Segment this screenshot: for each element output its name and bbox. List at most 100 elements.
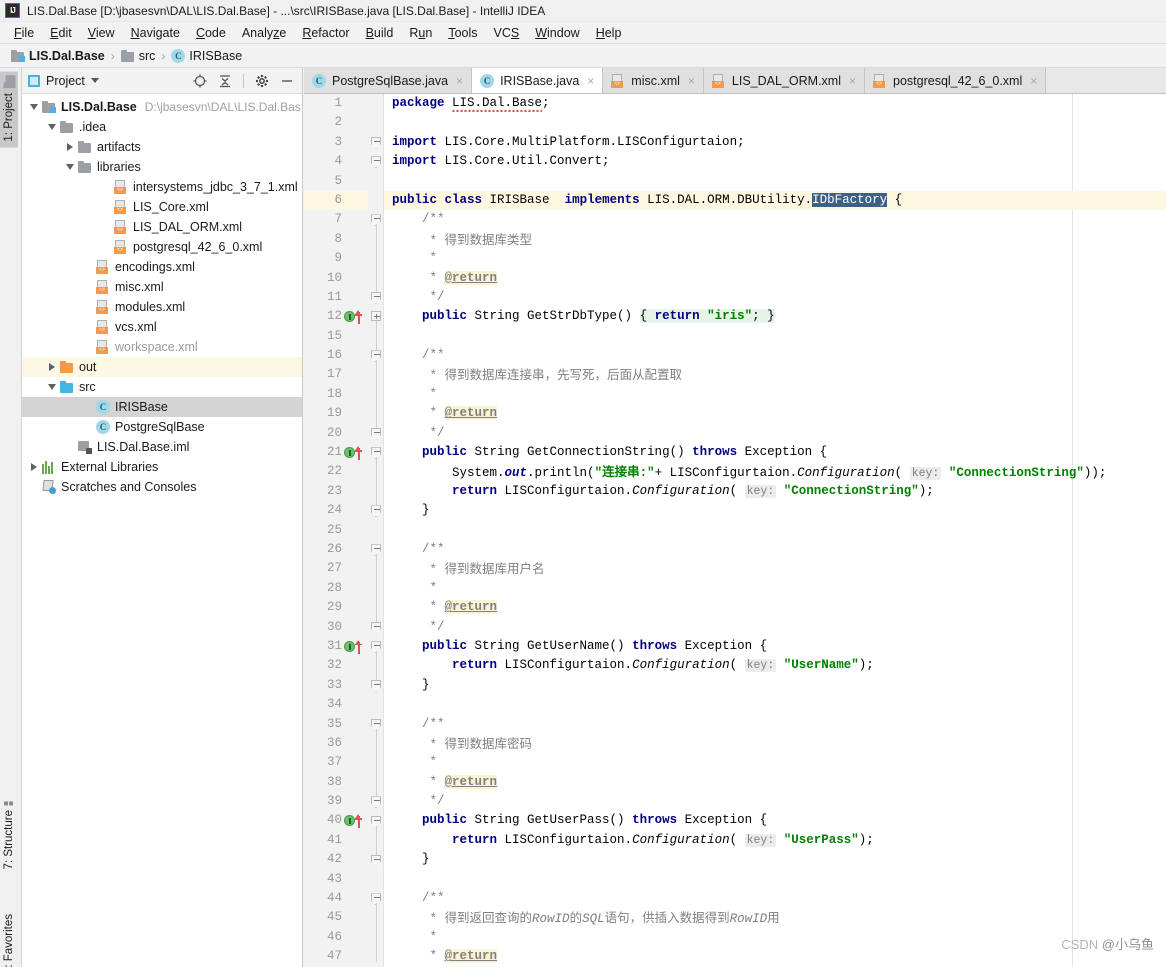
chevron-down-icon[interactable] [28, 101, 40, 113]
editor-tab-irisbase-java[interactable]: C IRISBase.java × [472, 68, 604, 93]
fold-marker-method-end[interactable] [371, 854, 381, 867]
menu-item-window[interactable]: Window [527, 24, 587, 42]
menu-item-edit[interactable]: Edit [42, 24, 80, 42]
tree-node-encodings-xml[interactable]: <> encodings.xml [22, 257, 302, 277]
code-line[interactable]: */ [384, 792, 1166, 811]
gear-icon[interactable] [255, 74, 269, 88]
implementation-marker-icon[interactable] [344, 446, 364, 461]
code-line[interactable]: public String GetUserPass() throws Excep… [384, 811, 1166, 830]
code-line[interactable]: return LISConfigurtaion.Configuration( k… [384, 656, 1166, 675]
code-line[interactable]: * @return [384, 598, 1166, 617]
code-line[interactable]: /** [384, 210, 1166, 229]
tree-node-intersystems-jdbc-3-7-1-xml[interactable]: <> intersystems_jdbc_3_7_1.xml [22, 177, 302, 197]
project-tree[interactable]: LIS.Dal.Base D:\jbasesvn\DAL\LIS.Dal.Bas.… [22, 94, 302, 967]
tree-node-postgresql-42-6-0-xml[interactable]: <> postgresql_42_6_0.xml [22, 237, 302, 257]
fold-marker-imports[interactable] [371, 136, 381, 149]
code-text-area[interactable]: package LIS.Dal.Base; import LIS.Core.Mu… [384, 94, 1166, 967]
fold-marker-javadoc-end[interactable] [371, 292, 381, 304]
code-line[interactable] [384, 327, 1166, 346]
code-line[interactable] [384, 172, 1166, 191]
close-icon[interactable]: × [849, 74, 856, 88]
code-line[interactable] [384, 870, 1166, 889]
code-line[interactable]: * [384, 249, 1166, 268]
code-line[interactable]: public class IRISBase implements LIS.DAL… [384, 190, 1166, 211]
tree-node--idea[interactable]: .idea [22, 117, 302, 137]
code-line[interactable]: import LIS.Core.MultiPlatform.LISConfigu… [384, 133, 1166, 152]
menu-item-run[interactable]: Run [401, 24, 440, 42]
implementation-marker-icon[interactable] [344, 310, 364, 325]
tree-node-lis-dal-orm-xml[interactable]: <> LIS_DAL_ORM.xml [22, 217, 302, 237]
tree-node-misc-xml[interactable]: <> misc.xml [22, 277, 302, 297]
code-line[interactable]: public String GetConnectionString() thro… [384, 443, 1166, 462]
editor-tab-misc-xml[interactable]: <> misc.xml × [603, 68, 704, 93]
code-line[interactable]: * 得到返回查询的RowID的SQL语句，供插入数据得到RowID用 [384, 908, 1166, 927]
editor-tab-postgresql-42-6-0-xml[interactable]: <> postgresql_42_6_0.xml × [865, 68, 1047, 93]
code-line[interactable]: return LISConfigurtaion.Configuration( k… [384, 831, 1166, 850]
code-line[interactable]: */ [384, 288, 1166, 307]
code-line[interactable] [384, 695, 1166, 714]
code-line[interactable]: * @return [384, 269, 1166, 288]
close-icon[interactable]: × [688, 74, 695, 88]
menu-item-vcs[interactable]: VCS [486, 24, 528, 42]
menu-item-analyze[interactable]: Analyze [234, 24, 294, 42]
menu-item-navigate[interactable]: Navigate [123, 24, 188, 42]
code-folding-gutter[interactable] [368, 94, 384, 967]
code-line[interactable]: * [384, 928, 1166, 947]
code-line[interactable]: /** [384, 889, 1166, 908]
menu-bar[interactable]: File Edit View Navigate Code Analyze Refactor B… [0, 22, 1166, 44]
code-line[interactable]: } [384, 850, 1166, 869]
tool-window-tab-structure[interactable]: 7: Structure [0, 790, 18, 875]
code-line[interactable]: import LIS.Core.Util.Convert; [384, 152, 1166, 171]
menu-item-build[interactable]: Build [358, 24, 402, 42]
fold-marker-javadoc-end[interactable] [371, 427, 381, 440]
code-line[interactable]: * [384, 579, 1166, 598]
breadcrumb-item-lis-dal-base[interactable]: LIS.Dal.Base [8, 49, 108, 63]
tree-node-scratches-and-consoles[interactable]: Scratches and Consoles [22, 477, 302, 497]
chevron-right-icon[interactable] [28, 461, 40, 473]
code-line[interactable]: public String GetStrDbType() { return "i… [384, 307, 1166, 326]
code-line[interactable]: } [384, 676, 1166, 695]
code-line[interactable]: * [384, 753, 1166, 772]
code-line[interactable] [384, 113, 1166, 132]
tree-node-external-libraries[interactable]: External Libraries [22, 457, 302, 477]
code-line[interactable]: * 得到数据库连接串，先写死，后面从配置取 [384, 365, 1166, 384]
implementation-marker-icon[interactable] [344, 814, 364, 829]
code-line[interactable]: /** [384, 540, 1166, 559]
close-icon[interactable]: × [456, 74, 463, 88]
breadcrumb-item-src[interactable]: src [118, 49, 159, 63]
code-line[interactable] [384, 521, 1166, 540]
hide-icon[interactable] [280, 74, 294, 88]
fold-marker-method-end[interactable] [371, 680, 381, 692]
fold-marker-javadoc-end[interactable] [371, 796, 381, 809]
code-line[interactable]: /** [384, 346, 1166, 365]
fold-marker-method-end[interactable] [371, 505, 381, 518]
breadcrumb[interactable]: LIS.Dal.Base › src › C IRISBase [0, 44, 1166, 68]
breadcrumb-item-irisbase[interactable]: C IRISBase [168, 48, 245, 63]
code-line[interactable]: /** [384, 715, 1166, 734]
code-line[interactable]: * [384, 385, 1166, 404]
fold-marker-javadoc-end[interactable] [371, 621, 381, 634]
tool-window-tab-favorites[interactable]: 2: Favorites [0, 908, 18, 967]
tree-node-src[interactable]: src [22, 377, 302, 397]
tree-node-out[interactable]: out [22, 357, 302, 377]
chevron-right-icon[interactable] [64, 141, 76, 153]
code-editor[interactable]: 1 2 3 4 5 6 7 8 9 10 11 12 15 16 17 18 19 20 21 22 23 24 25 26 2… [304, 94, 1166, 967]
code-line[interactable]: * @return [384, 404, 1166, 423]
chevron-right-icon[interactable] [46, 361, 58, 373]
tree-node-libraries[interactable]: libraries [22, 157, 302, 177]
tree-node-lis-dal-base[interactable]: LIS.Dal.Base D:\jbasesvn\DAL\LIS.Dal.Bas [22, 97, 302, 117]
code-line[interactable]: */ [384, 424, 1166, 443]
tree-node-artifacts[interactable]: artifacts [22, 137, 302, 157]
implementation-marker-icon[interactable] [344, 639, 364, 654]
chevron-down-icon[interactable] [46, 121, 58, 133]
code-line[interactable]: System.out.println("连接串:"+ LISConfigurta… [384, 462, 1166, 481]
tool-window-tab-project[interactable]: 1: Project [0, 72, 18, 148]
code-line[interactable]: * 得到数据库密码 [384, 734, 1166, 753]
code-line[interactable]: * @return [384, 773, 1166, 792]
fold-marker-import[interactable] [371, 156, 381, 169]
code-line[interactable]: */ [384, 618, 1166, 637]
editor-tab-postgresqlbase-java[interactable]: C PostgreSqlBase.java × [304, 68, 473, 93]
tree-node-lis-core-xml[interactable]: <> LIS_Core.xml [22, 197, 302, 217]
close-icon[interactable]: × [587, 74, 594, 88]
tree-node-irisbase[interactable]: C IRISBase [22, 397, 302, 417]
